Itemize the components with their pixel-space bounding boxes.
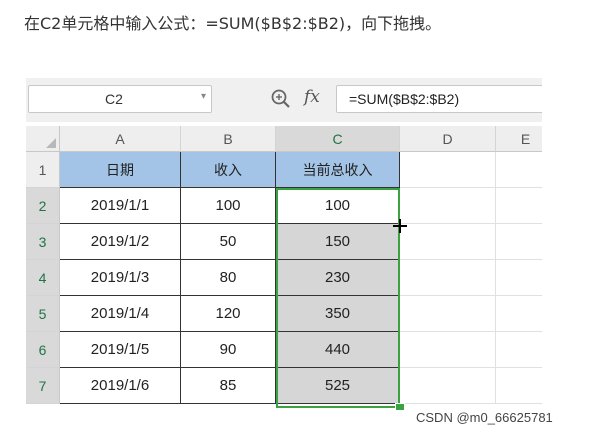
table-header-cell[interactable]: 收入 <box>181 152 276 188</box>
empty-cell[interactable] <box>400 188 496 224</box>
spreadsheet: C2 ▾ fx =SUM($B$2:$B2) ABCDE 1234567 日期收… <box>26 78 542 410</box>
row-header-4[interactable]: 4 <box>26 260 60 296</box>
empty-cell[interactable] <box>400 224 496 260</box>
column-header-b[interactable]: B <box>181 126 276 152</box>
date-cell[interactable]: 2019/1/1 <box>60 188 181 224</box>
date-cell[interactable]: 2019/1/2 <box>60 224 181 260</box>
row-header-7[interactable]: 7 <box>26 368 60 404</box>
empty-cell[interactable] <box>400 152 496 188</box>
column-header-c[interactable]: C <box>276 126 400 152</box>
income-cell[interactable]: 100 <box>181 188 276 224</box>
column-header-a[interactable]: A <box>60 126 181 152</box>
empty-cell[interactable] <box>400 368 496 404</box>
income-cell[interactable]: 90 <box>181 332 276 368</box>
empty-cell[interactable] <box>496 260 542 296</box>
table-header-cell[interactable]: 当前总收入 <box>276 152 400 188</box>
table-header-cell[interactable]: 日期 <box>60 152 181 188</box>
zoom-icon[interactable] <box>270 88 292 110</box>
empty-cell[interactable] <box>400 332 496 368</box>
empty-cell[interactable] <box>400 260 496 296</box>
empty-cell[interactable] <box>496 188 542 224</box>
column-header-d[interactable]: D <box>400 126 496 152</box>
fx-icon[interactable]: fx <box>304 87 320 107</box>
empty-cell[interactable] <box>496 152 542 188</box>
row-header-1[interactable]: 1 <box>26 152 60 188</box>
instruction-text: 在C2单元格中输入公式：=SUM($B$2:$B2)，向下拖拽。 <box>24 14 442 33</box>
row-header-5[interactable]: 5 <box>26 296 60 332</box>
name-box-value: C2 <box>105 91 123 107</box>
dropdown-arrow-icon[interactable]: ▾ <box>201 91 206 102</box>
fill-handle[interactable] <box>395 403 405 410</box>
total-income-cell[interactable]: 525 <box>276 368 400 404</box>
date-cell[interactable]: 2019/1/5 <box>60 332 181 368</box>
total-income-cell[interactable]: 440 <box>276 332 400 368</box>
total-income-cell[interactable]: 100 <box>276 188 400 224</box>
empty-cell[interactable] <box>496 224 542 260</box>
formula-toolbar: C2 ▾ fx =SUM($B$2:$B2) <box>26 78 542 122</box>
name-box[interactable]: C2 ▾ <box>28 85 212 113</box>
date-cell[interactable]: 2019/1/3 <box>60 260 181 296</box>
income-cell[interactable]: 50 <box>181 224 276 260</box>
date-cell[interactable]: 2019/1/6 <box>60 368 181 404</box>
total-income-cell[interactable]: 350 <box>276 296 400 332</box>
empty-cell[interactable] <box>496 332 542 368</box>
row-header-3[interactable]: 3 <box>26 224 60 260</box>
formula-text: =SUM($B$2:$B2) <box>349 91 460 107</box>
empty-cell[interactable] <box>496 368 542 404</box>
row-header-6[interactable]: 6 <box>26 332 60 368</box>
date-cell[interactable]: 2019/1/4 <box>60 296 181 332</box>
watermark: CSDN @m0_66625781 <box>416 410 553 425</box>
column-header-e[interactable]: E <box>496 126 542 152</box>
income-cell[interactable]: 85 <box>181 368 276 404</box>
row-header-2[interactable]: 2 <box>26 188 60 224</box>
income-cell[interactable]: 80 <box>181 260 276 296</box>
total-income-cell[interactable]: 150 <box>276 224 400 260</box>
income-cell[interactable]: 120 <box>181 296 276 332</box>
empty-cell[interactable] <box>496 296 542 332</box>
formula-input[interactable]: =SUM($B$2:$B2) <box>336 85 542 113</box>
fill-cursor-icon <box>393 219 407 233</box>
select-all-corner[interactable] <box>26 126 60 152</box>
empty-cell[interactable] <box>400 296 496 332</box>
total-income-cell[interactable]: 230 <box>276 260 400 296</box>
